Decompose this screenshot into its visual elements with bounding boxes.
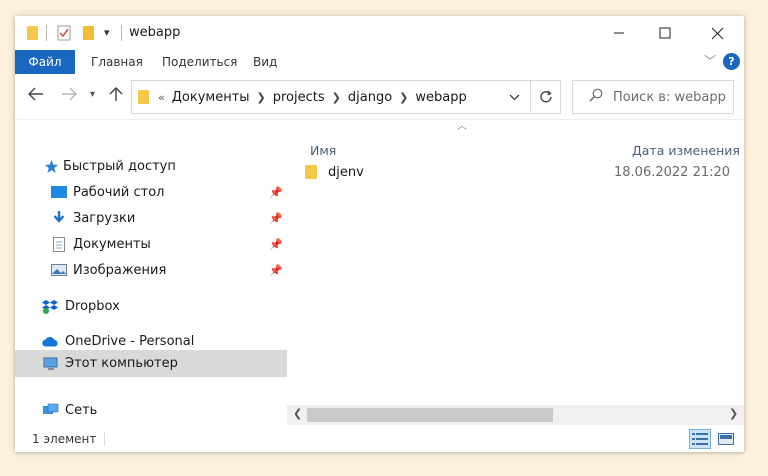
tab-file[interactable]: Файл	[15, 50, 75, 74]
dropbox-icon	[41, 299, 59, 314]
breadcrumb-webapp[interactable]: webapp	[415, 90, 466, 105]
folder-icon	[27, 26, 38, 40]
tab-view[interactable]: Вид	[253, 50, 277, 74]
horizontal-scrollbar[interactable]: ❮ ❯	[287, 405, 744, 425]
document-icon	[51, 236, 67, 252]
new-folder-icon[interactable]	[83, 26, 94, 40]
file-list: ︿ Имя Дата изменения djenv 18.06.2022 21…	[287, 121, 744, 426]
folder-icon	[305, 165, 317, 179]
address-bar[interactable]: « Документы ❯ projects ❯ django ❯ webapp	[131, 80, 531, 114]
sidebar-item-label: Документы	[73, 236, 151, 252]
sidebar-item-label: Быстрый доступ	[63, 158, 176, 174]
navigation-bar: ▾ « Документы ❯ projects ❯ django ❯ weba…	[15, 74, 744, 120]
table-row[interactable]: djenv 18.06.2022 21:20	[305, 161, 744, 183]
cloud-icon	[41, 334, 59, 348]
breadcrumb-documents[interactable]: Документы	[172, 90, 250, 105]
sidebar-item-network[interactable]: Сеть	[41, 397, 97, 423]
pin-icon[interactable]: 📌	[269, 264, 283, 277]
title-bar: ▾ webapp	[15, 16, 744, 50]
scroll-right-icon[interactable]: ❯	[729, 407, 738, 420]
scrollbar-thumb[interactable]	[307, 408, 553, 422]
back-button[interactable]	[28, 86, 44, 105]
title-divider	[121, 25, 122, 41]
pictures-icon	[51, 263, 67, 277]
sidebar-item-pictures[interactable]: Изображения 📌	[51, 257, 287, 283]
sidebar-item-label: Сеть	[65, 402, 98, 418]
minimize-button[interactable]	[596, 16, 642, 50]
chevron-right-icon[interactable]: ❯	[399, 91, 408, 104]
window-title: webapp	[129, 25, 181, 40]
close-button[interactable]	[694, 16, 740, 50]
breadcrumb-projects[interactable]: projects	[273, 90, 325, 105]
sort-ascending-icon: ︿	[457, 121, 467, 132]
file-name: djenv	[328, 164, 364, 180]
ribbon-tabs: Файл Главная Поделиться Вид ﹀ ?	[15, 50, 744, 74]
recent-locations-dropdown-icon[interactable]: ▾	[90, 89, 95, 100]
status-divider	[104, 432, 105, 446]
address-history-dropdown-icon[interactable]	[509, 94, 520, 101]
address-overflow-chevron[interactable]: «	[158, 91, 165, 104]
star-icon	[43, 159, 59, 173]
sidebar-item-label: Загрузки	[73, 210, 136, 226]
sidebar-item-desktop[interactable]: Рабочий стол 📌	[51, 179, 287, 205]
explorer-window: ▾ webapp Файл Главная Поделиться Вид ﹀ ?…	[15, 16, 744, 452]
folder-icon	[138, 90, 149, 104]
item-count: 1 элемент	[32, 432, 97, 446]
search-input[interactable]: Поиск в: webapp	[613, 90, 726, 105]
title-divider	[46, 25, 47, 41]
details-view-button[interactable]	[689, 429, 711, 449]
tab-share[interactable]: Поделиться	[162, 50, 237, 74]
sidebar-item-label: Этот компьютер	[65, 356, 178, 371]
help-icon[interactable]: ?	[723, 53, 740, 70]
breadcrumb-django[interactable]: django	[348, 90, 392, 105]
sidebar-item-label: Рабочий стол	[73, 184, 165, 200]
pin-icon[interactable]: 📌	[269, 186, 283, 199]
network-icon	[41, 403, 59, 417]
scroll-left-icon[interactable]: ❮	[293, 407, 302, 420]
search-box[interactable]: Поиск в: webapp	[572, 80, 734, 114]
pin-icon[interactable]: 📌	[269, 212, 283, 225]
desktop-icon	[51, 185, 67, 199]
refresh-button[interactable]	[531, 80, 561, 114]
forward-button[interactable]	[61, 86, 77, 105]
expand-ribbon-icon[interactable]: ﹀	[704, 52, 716, 69]
computer-icon	[43, 357, 59, 371]
sidebar-item-this-pc[interactable]: Этот компьютер	[15, 350, 287, 377]
file-date-modified: 18.06.2022 21:20	[614, 164, 731, 180]
tab-home[interactable]: Главная	[91, 50, 143, 74]
sidebar-item-label: OneDrive - Personal	[65, 333, 195, 349]
sidebar-item-downloads[interactable]: Загрузки 📌	[51, 205, 287, 231]
chevron-right-icon[interactable]: ❯	[332, 91, 341, 104]
maximize-button[interactable]	[642, 16, 688, 50]
sidebar-item-quick-access[interactable]: Быстрый доступ	[43, 153, 176, 179]
up-button[interactable]	[109, 86, 123, 106]
sidebar-item-label: Dropbox	[65, 298, 120, 314]
status-bar: 1 элемент	[15, 426, 744, 452]
download-arrow-icon	[51, 211, 67, 225]
chevron-right-icon[interactable]: ❯	[257, 91, 266, 104]
sidebar-item-label: Изображения	[73, 262, 167, 278]
sidebar-item-documents[interactable]: Документы 📌	[51, 231, 287, 257]
large-icons-view-button[interactable]	[715, 429, 737, 449]
search-icon	[589, 88, 603, 106]
sidebar-item-dropbox[interactable]: Dropbox	[41, 293, 120, 319]
pin-icon[interactable]: 📌	[269, 238, 283, 251]
quick-access-toolbar-dropdown-icon[interactable]: ▾	[104, 26, 110, 39]
properties-icon[interactable]	[57, 25, 71, 44]
navigation-pane: Быстрый доступ Рабочий стол 📌 Загрузки 📌…	[15, 121, 287, 426]
